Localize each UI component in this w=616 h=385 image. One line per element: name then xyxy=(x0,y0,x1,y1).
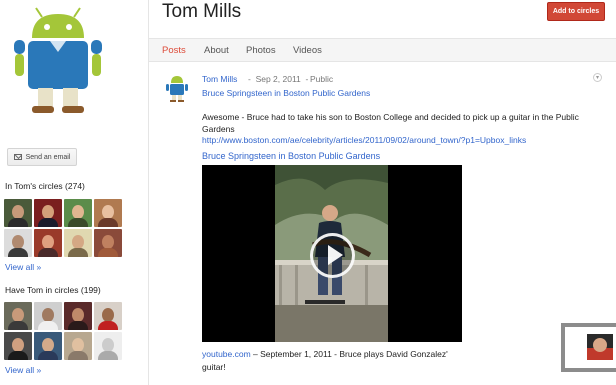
profile-avatar[interactable] xyxy=(8,2,108,120)
play-icon[interactable] xyxy=(310,233,355,278)
video-caption: youtube.com – September 1, 2011 - Bruce … xyxy=(202,348,462,374)
send-email-label: Send an email xyxy=(25,153,71,161)
post-visibility[interactable]: Public xyxy=(310,74,333,84)
circle-member-avatar[interactable] xyxy=(94,199,122,227)
circle-member-avatar[interactable] xyxy=(4,302,32,330)
send-email-button[interactable]: Send an email xyxy=(7,148,77,166)
circle-member-avatar[interactable] xyxy=(34,199,62,227)
post-date-text: Sep 2, 2011 xyxy=(255,74,301,84)
chat-contact-avatar xyxy=(587,334,613,360)
video-source-link[interactable]: youtube.com xyxy=(202,349,251,359)
circle-member-avatar[interactable] xyxy=(4,199,32,227)
circle-member-avatar[interactable] xyxy=(34,302,62,330)
post-shared-link-title[interactable]: Bruce Springsteen in Boston Public Garde… xyxy=(202,88,370,98)
circle-member-avatar[interactable] xyxy=(64,229,92,257)
tab-about[interactable]: About xyxy=(204,45,229,56)
tab-posts[interactable]: Posts xyxy=(162,45,186,56)
add-to-circles-button[interactable]: Add to circles xyxy=(547,2,605,21)
have-circles-title: Have Tom in circles (199) xyxy=(5,285,101,295)
view-all-have-circles-link[interactable]: View all » xyxy=(5,365,41,375)
tab-photos[interactable]: Photos xyxy=(246,45,276,56)
circle-member-avatar[interactable] xyxy=(34,332,62,360)
circle-member-avatar[interactable] xyxy=(4,332,32,360)
view-all-in-circles-link[interactable]: View all » xyxy=(5,262,41,272)
post-body-text: Awesome - Bruce had to take his son to B… xyxy=(202,112,579,134)
profile-sidebar: Send an email In Tom's circles (274) Vie… xyxy=(0,0,148,385)
tab-videos[interactable]: Videos xyxy=(293,45,322,56)
post-author-link[interactable]: Tom Mills xyxy=(202,74,237,84)
circle-member-avatar[interactable] xyxy=(94,302,122,330)
circle-member-avatar[interactable] xyxy=(94,229,122,257)
post-menu-chevron-icon[interactable]: ▾ xyxy=(593,73,602,82)
circle-member-avatar[interactable] xyxy=(94,332,122,360)
circle-member-avatar[interactable] xyxy=(64,302,92,330)
video-title-link[interactable]: Bruce Springsteen in Boston Public Garde… xyxy=(202,151,380,161)
in-circles-grid xyxy=(4,199,122,257)
have-circles-grid xyxy=(4,302,122,360)
chat-popup[interactable] xyxy=(561,323,616,372)
circle-member-avatar[interactable] xyxy=(64,332,92,360)
profile-name: Tom Mills xyxy=(162,1,242,22)
post-author-avatar[interactable] xyxy=(164,73,190,103)
circle-member-avatar[interactable] xyxy=(4,229,32,257)
in-circles-title: In Tom's circles (274) xyxy=(5,181,85,191)
post-url-link[interactable]: http://www.boston.com/ae/celebrity/artic… xyxy=(202,135,526,145)
circle-member-avatar[interactable] xyxy=(34,229,62,257)
circle-member-avatar[interactable] xyxy=(64,199,92,227)
post-date[interactable]: - Sep 2, 2011 - xyxy=(248,74,308,84)
profile-tabs: Posts About Photos Videos xyxy=(149,38,616,62)
video-player[interactable] xyxy=(202,165,462,342)
email-icon xyxy=(13,154,22,160)
